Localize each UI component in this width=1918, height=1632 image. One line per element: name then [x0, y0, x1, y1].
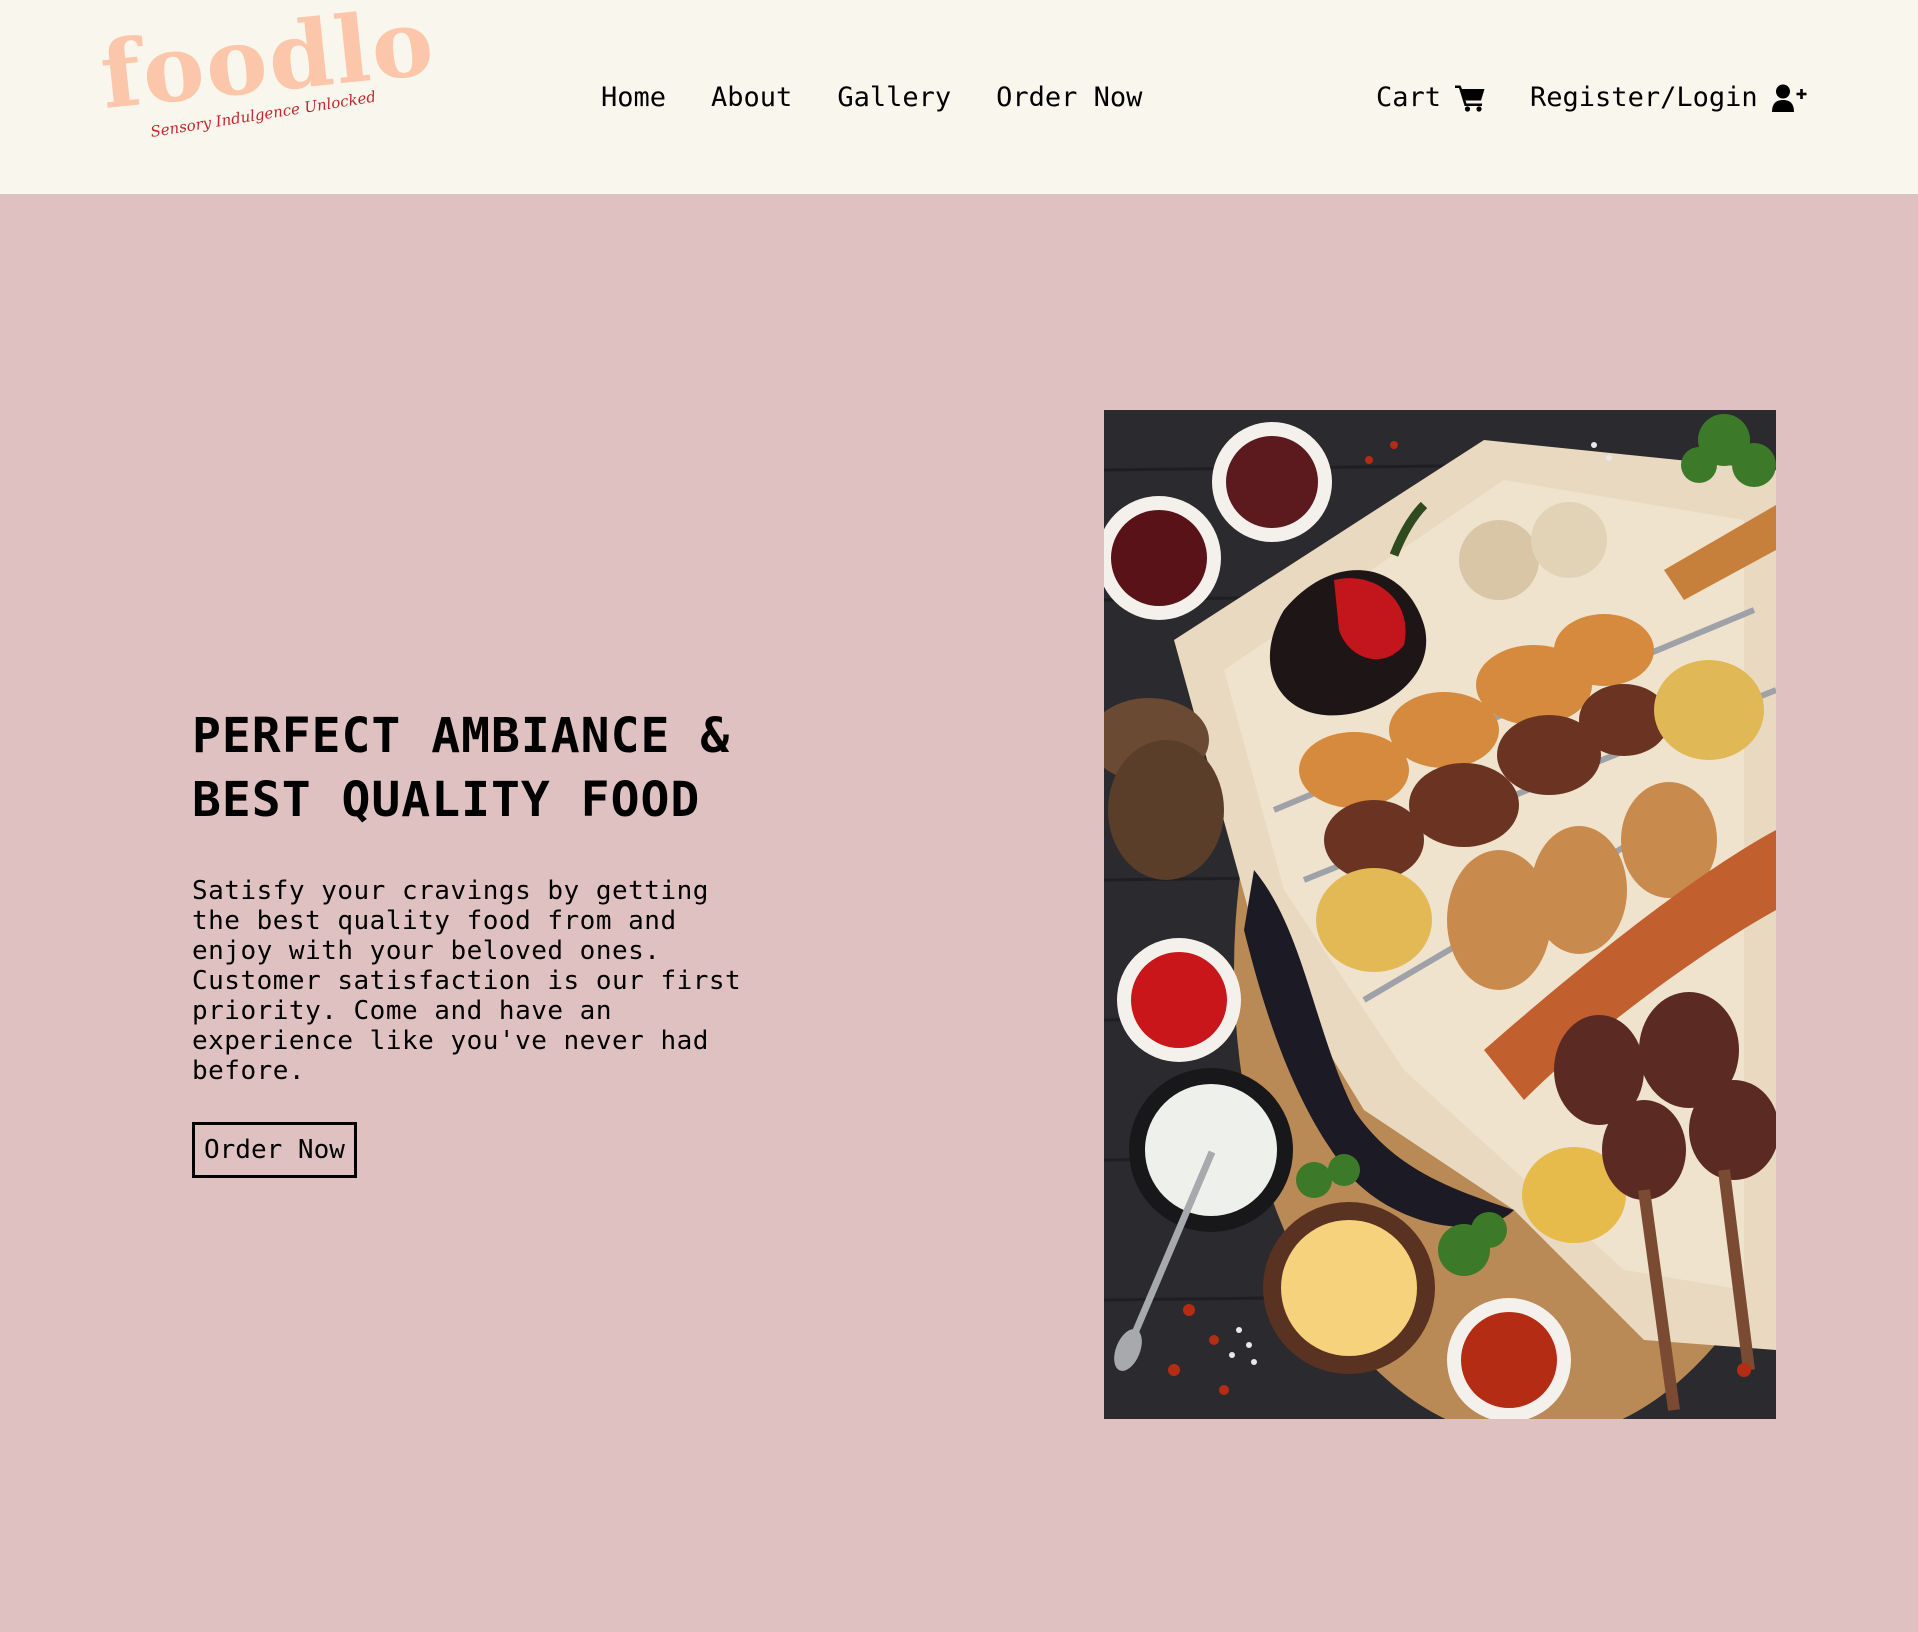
- register-login-label: Register/Login: [1530, 82, 1758, 113]
- user-plus-icon: [1771, 84, 1807, 113]
- cart-link[interactable]: Cart: [1376, 78, 1486, 118]
- nav-order-now-link[interactable]: Order Now: [996, 78, 1142, 118]
- site-header: foodlo Sensory Indulgence Unlocked Home …: [0, 0, 1918, 194]
- main-nav: Home About Gallery Order Now: [601, 78, 1142, 118]
- hero-title: PERFECT AMBIANCE & BEST QUALITY FOOD: [192, 708, 731, 828]
- nav-about-link[interactable]: About: [711, 78, 792, 118]
- account-nav: Cart Register/Login: [1376, 78, 1807, 118]
- order-now-button[interactable]: Order Now: [192, 1122, 357, 1178]
- shopping-cart-icon: [1455, 84, 1486, 112]
- nav-gallery-link[interactable]: Gallery: [837, 78, 951, 118]
- food-platter-image: [1104, 410, 1776, 1419]
- nav-home-link[interactable]: Home: [601, 78, 666, 118]
- cart-label: Cart: [1376, 82, 1442, 113]
- hero-description: Satisfy your cravings by getting the bes…: [192, 876, 742, 1086]
- brand-logo[interactable]: foodlo Sensory Indulgence Unlocked: [96, 0, 440, 160]
- hero-section: PERFECT AMBIANCE & BEST QUALITY FOOD Sat…: [0, 194, 1918, 1632]
- register-login-link[interactable]: Register/Login: [1530, 78, 1807, 118]
